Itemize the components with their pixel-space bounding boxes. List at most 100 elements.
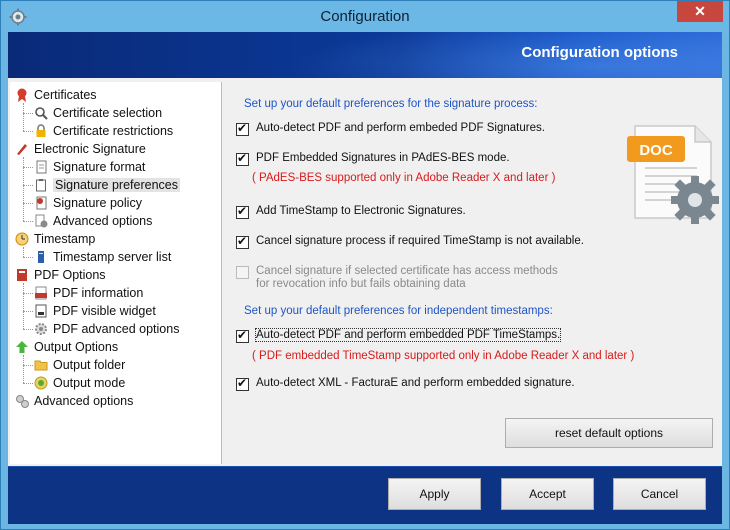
tree-connector <box>23 257 33 258</box>
timestamps-note: ( PDF embedded TimeStamp supported only … <box>252 350 635 362</box>
pades-note: ( PAdES-BES supported only in Adobe Read… <box>252 172 556 184</box>
gears-icon <box>14 393 30 409</box>
tree-item-electronic-signature[interactable]: Electronic Signature <box>14 140 146 158</box>
pdf-book-icon <box>14 267 30 283</box>
pades-bes-option[interactable]: PDF Embedded Signatures in PAdES-BES mod… <box>236 151 510 166</box>
tree-item-certificate-restrictions[interactable]: Certificate restrictions <box>33 122 173 140</box>
tree-item-signature-format[interactable]: Signature format <box>33 158 145 176</box>
tree-item-pdf-options[interactable]: PDF Options <box>14 266 106 284</box>
tree-item-label: Timestamp server list <box>53 250 172 264</box>
pen-icon <box>14 141 30 157</box>
tree-item-output-options[interactable]: Output Options <box>14 338 118 356</box>
add-timestamp-option[interactable]: Add TimeStamp to Electronic Signatures. <box>236 204 466 219</box>
clock-icon <box>14 231 30 247</box>
cancel-revocation-option: Cancel signature if selected certificate… <box>236 265 558 291</box>
server-icon <box>33 249 49 265</box>
tree-item-label: Electronic Signature <box>34 142 146 156</box>
signature-section-label: Set up your default preferences for the … <box>244 98 538 110</box>
content-area: Certificates Certificate selection Certifi… <box>8 78 722 466</box>
auto-detect-timestamps-label[interactable]: Auto-detect PDF and perform embedded PDF… <box>254 328 562 342</box>
cancel-revocation-line2: for revocation info but fails obtaining … <box>256 278 466 290</box>
tree-connector <box>23 383 33 384</box>
tree-item-pdf-visible-widget[interactable]: PDF visible widget <box>33 302 156 320</box>
document-icon <box>33 159 49 175</box>
tree-item-signature-preferences[interactable]: Signature preferences <box>33 176 180 194</box>
tree-item-certificate-selection[interactable]: Certificate selection <box>33 104 162 122</box>
tree-connector <box>23 293 33 294</box>
add-timestamp-checkbox[interactable] <box>236 204 249 219</box>
auto-detect-timestamps-checkbox[interactable] <box>236 328 249 343</box>
tree-connector <box>23 157 24 221</box>
header-banner: Configuration options <box>8 32 722 78</box>
reset-default-options-button[interactable]: reset default options <box>505 418 713 448</box>
auto-detect-timestamps-option[interactable]: Auto-detect PDF and perform embedded PDF… <box>236 328 562 343</box>
tree-item-pdf-advanced-options[interactable]: PDF advanced options <box>33 320 179 338</box>
tree-connector <box>23 221 33 222</box>
tree-connector <box>23 167 33 168</box>
timestamp-section-label: Set up your default preferences for inde… <box>244 305 553 317</box>
tree-item-label: Signature format <box>53 160 146 174</box>
cancel-revocation-label: Cancel signature if selected certificate… <box>256 265 558 291</box>
tree-item-label: Certificates <box>34 88 97 102</box>
tree-item-advanced-options[interactable]: Advanced options <box>14 392 133 410</box>
tree-item-label: Output Options <box>34 340 119 354</box>
cancel-revocation-line1: Cancel signature if selected certificate… <box>256 265 558 277</box>
tree-connector <box>23 311 33 312</box>
tree-item-label: PDF advanced options <box>53 322 180 336</box>
lock-icon <box>33 123 49 139</box>
pades-bes-checkbox[interactable] <box>236 151 249 166</box>
tree-connector <box>23 247 24 257</box>
tree-item-advanced-options[interactable]: Advanced options <box>33 212 152 230</box>
accept-button[interactable]: Accept <box>501 478 594 510</box>
pdf-icon <box>33 285 49 301</box>
tree-item-timestamp[interactable]: Timestamp <box>14 230 95 248</box>
mode-icon <box>33 375 49 391</box>
arrow-up-icon <box>14 339 30 355</box>
tree-item-label: Advanced options <box>34 394 134 408</box>
options-tree[interactable]: Certificates Certificate selection Certifi… <box>10 82 222 464</box>
cancel-revocation-checkbox <box>236 266 249 279</box>
magnifier-icon <box>33 105 49 121</box>
auto-detect-xml-checkbox[interactable] <box>236 376 249 391</box>
tree-item-label: PDF visible widget <box>53 304 156 318</box>
tree-item-certificates[interactable]: Certificates <box>14 86 97 104</box>
document-gear-illustration: DOC <box>627 125 719 224</box>
tree-item-timestamp-server-list[interactable]: Timestamp server list <box>33 248 171 266</box>
tree-connector <box>23 365 33 366</box>
auto-detect-xml-option[interactable]: Auto-detect XML - FacturaE and perform e… <box>236 376 575 391</box>
cancel-if-timestamp-checkbox[interactable] <box>236 234 249 249</box>
tree-item-output-mode[interactable]: Output mode <box>33 374 125 392</box>
cancel-button[interactable]: Cancel <box>613 478 706 510</box>
tree-item-label: Timestamp <box>34 232 96 246</box>
auto-detect-pdf-option[interactable]: Auto-detect PDF and perform embeded PDF … <box>236 121 545 136</box>
auto-detect-pdf-checkbox[interactable] <box>236 121 249 136</box>
tree-connector <box>23 283 24 329</box>
tree-connector <box>23 103 24 131</box>
apply-button[interactable]: Apply <box>388 478 481 510</box>
auto-detect-xml-label[interactable]: Auto-detect XML - FacturaE and perform e… <box>256 377 575 389</box>
cancel-if-timestamp-label[interactable]: Cancel signature process if required Tim… <box>256 235 584 247</box>
window-title: Configuration <box>320 8 410 25</box>
tree-connector <box>23 355 24 383</box>
cancel-if-timestamp-option[interactable]: Cancel signature process if required Tim… <box>236 234 584 249</box>
tree-item-label: Output folder <box>53 358 126 372</box>
pades-bes-label[interactable]: PDF Embedded Signatures in PAdES-BES mod… <box>256 152 510 164</box>
tree-item-signature-policy[interactable]: Signature policy <box>33 194 142 212</box>
title-bar[interactable]: Configuration ✕ <box>1 1 729 32</box>
tree-connector <box>23 113 33 114</box>
tree-item-label: Output mode <box>53 376 126 390</box>
tree-connector <box>23 131 33 132</box>
tree-item-label: Signature preferences <box>53 178 180 192</box>
gear-icon <box>33 321 49 337</box>
tree-item-label: Advanced options <box>53 214 153 228</box>
tree-item-pdf-information[interactable]: PDF information <box>33 284 143 302</box>
widget-icon <box>33 303 49 319</box>
tree-item-label: Signature policy <box>53 196 142 210</box>
close-button[interactable]: ✕ <box>677 1 723 22</box>
add-timestamp-label[interactable]: Add TimeStamp to Electronic Signatures. <box>256 205 466 217</box>
banner-title: Configuration options <box>521 44 678 61</box>
auto-detect-pdf-label[interactable]: Auto-detect PDF and perform embeded PDF … <box>256 122 545 134</box>
tree-item-label: Certificate restrictions <box>53 124 174 138</box>
tree-item-output-folder[interactable]: Output folder <box>33 356 125 374</box>
tree-item-label: Certificate selection <box>53 106 163 120</box>
